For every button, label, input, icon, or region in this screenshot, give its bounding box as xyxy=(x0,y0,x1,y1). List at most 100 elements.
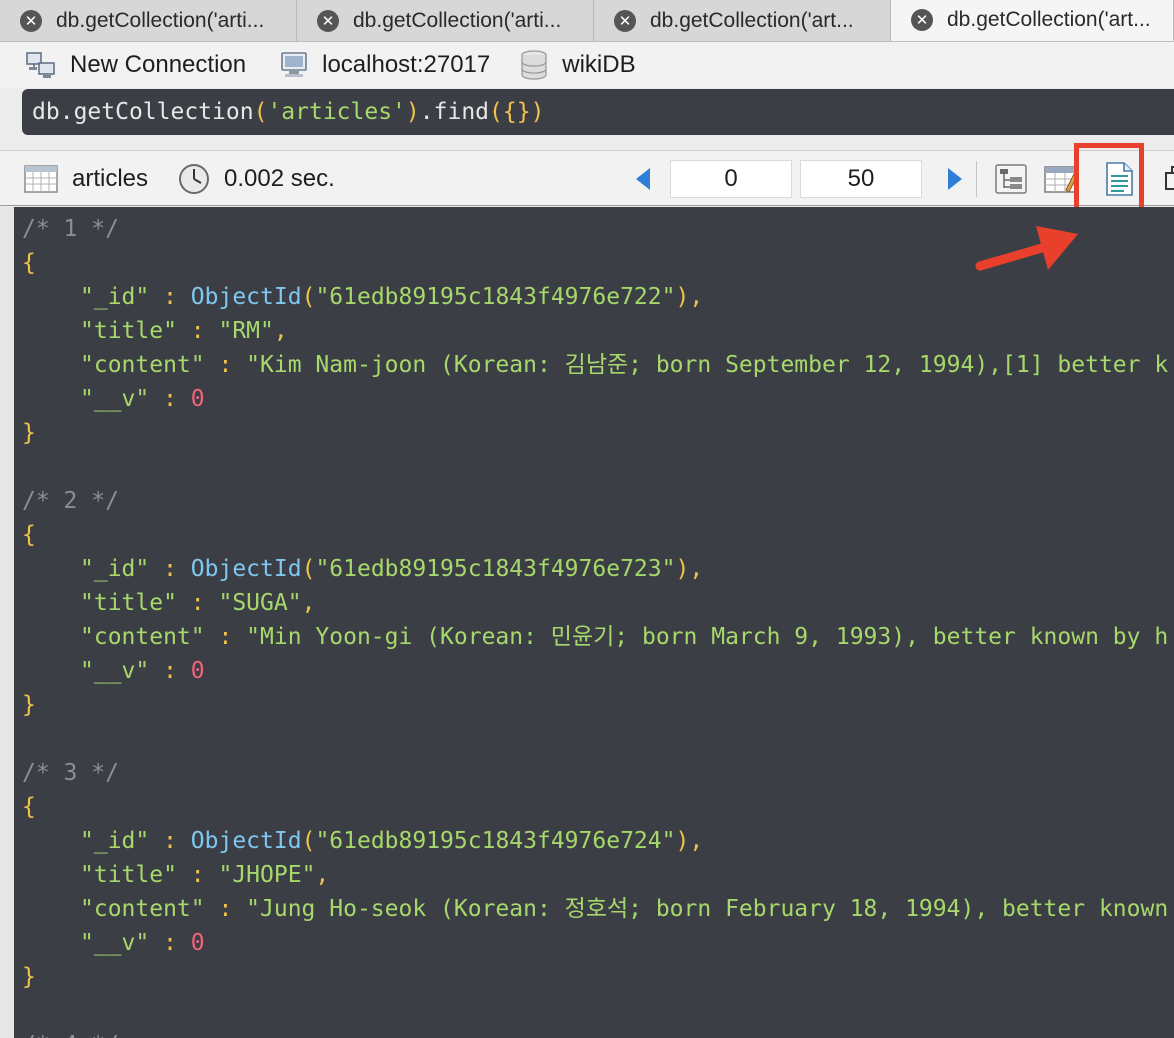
query-tab-3[interactable]: ✕ db.getCollection('art... xyxy=(594,0,891,41)
close-brace: } xyxy=(22,964,36,990)
colon: : xyxy=(149,284,191,310)
query-tab-1[interactable]: ✕ db.getCollection('arti... xyxy=(0,0,297,41)
field-v: "__v" : 0 xyxy=(80,926,205,960)
query-dot: . xyxy=(419,99,434,125)
function-name: ObjectId xyxy=(190,828,302,854)
tab-label: db.getCollection('art... xyxy=(650,8,854,32)
colon: : xyxy=(149,930,191,956)
server-address[interactable]: localhost:27017 xyxy=(280,51,490,79)
paren: ( xyxy=(301,556,316,582)
monitor-icon xyxy=(280,51,308,79)
comma: , xyxy=(689,556,704,582)
colon: : xyxy=(176,590,219,616)
open-brace: { xyxy=(22,522,36,548)
field-value: "Min Yoon-gi (Korean: 민윤기; born March 9,… xyxy=(246,624,1169,650)
field-v: "__v" : 0 xyxy=(80,654,205,688)
field-value: "61edb89195c1843f4976e724" xyxy=(315,828,676,854)
query-method: getCollection xyxy=(73,99,254,125)
paren: ( xyxy=(301,828,316,854)
field-id: "_id" : ObjectId("61edb89195c1843f4976e7… xyxy=(80,824,703,858)
table-grid-icon xyxy=(24,165,58,193)
field-title: "title" : "JHOPE", xyxy=(80,858,329,892)
query-find-open: ( xyxy=(489,99,503,125)
field-key: "__v" xyxy=(80,930,150,956)
field-key: "_id" xyxy=(80,828,150,854)
field-value: 0 xyxy=(190,386,205,412)
colon: : xyxy=(204,624,247,650)
query-find-close: ) xyxy=(530,99,545,125)
field-content: "content" : "Kim Nam-joon (Korean: 김남준; … xyxy=(80,348,1168,382)
query-tab-4-active[interactable]: ✕ db.getCollection('art... xyxy=(891,0,1174,41)
function-name: ObjectId xyxy=(190,556,302,582)
table-view-icon[interactable] xyxy=(1044,162,1078,196)
field-key: "content" xyxy=(80,896,205,922)
collection-name: articles xyxy=(72,165,149,192)
field-value: "61edb89195c1843f4976e723" xyxy=(315,556,676,582)
colon: : xyxy=(204,352,247,378)
results-text-view[interactable]: /* 1 */ { "_id" : ObjectId("61edb89195c1… xyxy=(14,207,1174,1038)
colon: : xyxy=(149,556,191,582)
field-key: "content" xyxy=(80,624,205,650)
document-comment: /* 2 */ xyxy=(22,488,119,514)
field-title: "title" : "RM", xyxy=(80,314,288,348)
open-brace: { xyxy=(22,250,36,276)
database-label: wikiDB xyxy=(562,51,636,78)
clock-icon xyxy=(178,163,210,195)
field-key: "title" xyxy=(80,318,177,344)
colon: : xyxy=(204,896,247,922)
tab-bar: ✕ db.getCollection('arti... ✕ db.getColl… xyxy=(0,0,1174,42)
comma: , xyxy=(689,828,704,854)
field-value: "Kim Nam-joon (Korean: 김남준; born Septemb… xyxy=(246,352,1169,378)
next-page-icon[interactable] xyxy=(948,168,962,190)
custom-view-icon[interactable] xyxy=(1162,162,1174,196)
open-brace: { xyxy=(22,794,36,820)
connection-name[interactable]: New Connection xyxy=(26,51,246,79)
paren: ) xyxy=(675,828,690,854)
field-value: "JHOPE" xyxy=(218,862,316,888)
close-tab-icon[interactable]: ✕ xyxy=(614,9,636,32)
close-tab-icon[interactable]: ✕ xyxy=(20,9,42,32)
skip-input[interactable]: 0 xyxy=(670,160,792,198)
field-value: "SUGA" xyxy=(218,590,302,616)
field-key: "title" xyxy=(80,862,177,888)
field-value: "61edb89195c1843f4976e722" xyxy=(315,284,676,310)
field-value: "RM" xyxy=(218,318,274,344)
field-content: "content" : "Jung Ho-seok (Korean: 정호석; … xyxy=(80,892,1168,926)
pagination: 0 50 xyxy=(636,159,962,199)
tree-view-icon[interactable] xyxy=(994,162,1028,196)
previous-page-icon[interactable] xyxy=(636,168,650,190)
comma: , xyxy=(273,318,288,344)
paren: ) xyxy=(675,284,690,310)
field-key: "__v" xyxy=(80,386,150,412)
annotation-arrow-icon xyxy=(970,218,1080,283)
query-editor[interactable]: db. getCollection('articles'). find({}) xyxy=(22,89,1174,135)
limit-input[interactable]: 50 xyxy=(800,160,922,198)
left-gutter xyxy=(0,207,14,1038)
close-tab-icon[interactable]: ✕ xyxy=(911,9,933,31)
paren: ) xyxy=(675,556,690,582)
query-paren-close: ) xyxy=(405,99,420,125)
highlight-box xyxy=(1074,143,1144,215)
colon: : xyxy=(176,862,219,888)
connection-bar: New Connection localhost:27017 wikiDB xyxy=(0,42,1174,88)
field-content: "content" : "Min Yoon-gi (Korean: 민윤기; b… xyxy=(80,620,1168,654)
field-key: "_id" xyxy=(80,556,150,582)
close-brace: } xyxy=(22,692,36,718)
field-value: 0 xyxy=(190,658,205,684)
close-tab-icon[interactable]: ✕ xyxy=(317,9,339,32)
field-key: "_id" xyxy=(80,284,150,310)
field-value: "Jung Ho-seok (Korean: 정호석; born Februar… xyxy=(246,896,1169,922)
execution-time-label: 0.002 sec. xyxy=(224,165,335,192)
query-tab-2[interactable]: ✕ db.getCollection('arti... xyxy=(297,0,594,41)
query-find: find xyxy=(433,99,490,125)
toolbar-info: articles 0.002 sec. xyxy=(24,151,335,207)
server-label: localhost:27017 xyxy=(322,51,491,78)
document-comment: /* 1 */ xyxy=(22,216,119,242)
execution-time: 0.002 sec. xyxy=(178,163,335,195)
database-name[interactable]: wikiDB xyxy=(520,50,636,80)
tab-label: db.getCollection('arti... xyxy=(56,8,265,32)
field-key: "__v" xyxy=(80,658,150,684)
toolbar-divider xyxy=(976,161,977,197)
document-comment: /* 4 */ xyxy=(22,1028,119,1038)
field-key: "title" xyxy=(80,590,177,616)
